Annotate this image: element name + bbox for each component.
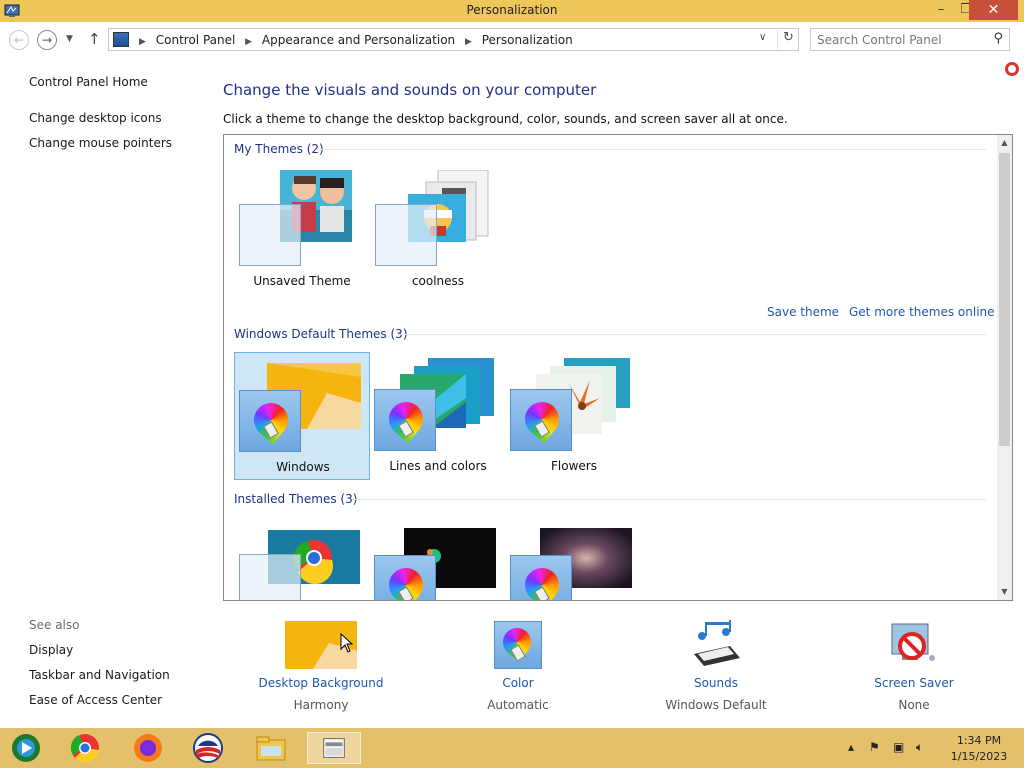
desktop-background-value: Harmony <box>293 698 349 712</box>
control-panel-icon <box>113 32 129 47</box>
volume-icon[interactable]: 🔈︎ <box>916 740 923 755</box>
color-label[interactable]: Color <box>438 676 598 690</box>
refresh-icon[interactable]: ↻ <box>777 30 799 49</box>
theme-installed-nebula[interactable] <box>506 518 642 600</box>
chevron-right-icon[interactable]: ▶ <box>465 37 472 47</box>
recent-locations-chevron-icon[interactable]: ▼ <box>66 34 73 44</box>
network-icon[interactable]: ▣ <box>893 740 904 754</box>
save-theme-link[interactable]: Save theme <box>767 305 839 319</box>
group-divider <box>398 334 986 335</box>
chevron-right-icon: ▶ <box>139 37 146 47</box>
chevron-right-icon[interactable]: ▶ <box>245 37 252 47</box>
theme-coolness[interactable]: coolness <box>370 168 506 296</box>
breadcrumb-personalization[interactable]: Personalization <box>482 33 573 47</box>
control-panel-taskbar-icon[interactable] <box>307 732 361 764</box>
see-also-heading: See also <box>29 618 80 632</box>
get-more-themes-link[interactable]: Get more themes online <box>849 305 995 319</box>
breadcrumb-control-panel[interactable]: Control Panel <box>156 33 236 47</box>
scroll-down-icon[interactable]: ▼ <box>997 584 1012 600</box>
scrollbar-thumb[interactable] <box>999 153 1010 446</box>
forward-button[interactable]: → <box>37 30 57 50</box>
firefox-icon[interactable] <box>130 732 166 764</box>
screen-saver-value: None <box>898 698 930 712</box>
close-button[interactable]: ✕ <box>969 0 1018 20</box>
clock-time: 1:34 PM <box>956 734 1002 747</box>
search-input[interactable]: Search Control Panel ⚲ <box>810 28 1010 51</box>
sounds-icon <box>694 620 740 666</box>
sounds-value: Windows Default <box>665 698 767 712</box>
back-button[interactable]: ← <box>9 30 29 50</box>
display-link[interactable]: Display <box>29 643 73 657</box>
group-header-default-themes: Windows Default Themes (3) <box>234 327 408 341</box>
action-center-flag-icon[interactable]: ⚑ <box>869 740 880 754</box>
chrome-icon[interactable] <box>67 732 103 764</box>
theme-label: coolness <box>411 274 465 288</box>
clock-date: 1/15/2023 <box>950 750 1008 763</box>
help-icon[interactable] <box>1005 62 1019 76</box>
theme-color-preview <box>375 204 437 266</box>
theme-label: Lines and colors <box>389 459 487 473</box>
taskbar-clock[interactable]: 1:34 PM 1/15/2023 <box>944 733 1014 765</box>
theme-installed-dark[interactable] <box>370 518 506 600</box>
color-value: Automatic <box>487 698 549 712</box>
color-palette-icon <box>374 389 436 451</box>
mouse-cursor-icon <box>340 633 354 653</box>
theme-color-preview <box>239 204 301 266</box>
address-dropdown-icon[interactable]: ∨ <box>759 32 766 43</box>
taskbar-navigation-link[interactable]: Taskbar and Navigation <box>29 668 170 682</box>
group-header-installed-themes: Installed Themes (3) <box>234 492 358 506</box>
change-desktop-icons-link[interactable]: Change desktop icons <box>29 111 162 125</box>
search-placeholder: Search Control Panel <box>817 33 942 47</box>
change-mouse-pointers-link[interactable]: Change mouse pointers <box>29 136 172 150</box>
page-title: Change the visuals and sounds on your co… <box>223 81 597 99</box>
breadcrumb: ▶ Control Panel ▶ Appearance and Persona… <box>133 33 573 47</box>
taskbar: ▴ ⚑ ▣ 🔈︎ <box>0 728 1024 768</box>
media-player-icon[interactable] <box>8 732 44 764</box>
theme-unsaved[interactable]: Unsaved Theme <box>234 168 370 296</box>
sounds-label[interactable]: Sounds <box>636 676 796 690</box>
ease-of-access-link[interactable]: Ease of Access Center <box>29 693 162 707</box>
address-bar[interactable]: ▶ Control Panel ▶ Appearance and Persona… <box>108 28 799 51</box>
group-divider <box>320 149 986 150</box>
theme-lines-and-colors[interactable]: Lines and colors <box>370 352 506 480</box>
theme-label: Windows <box>276 460 330 474</box>
theme-label: Unsaved Theme <box>253 274 351 288</box>
control-panel-home-link[interactable]: Control Panel Home <box>29 75 148 89</box>
up-button[interactable]: ↑ <box>88 30 101 48</box>
web-logo-icon[interactable] <box>190 732 226 764</box>
theme-color-preview <box>239 554 301 600</box>
theme-flowers[interactable]: Flowers <box>506 352 642 480</box>
theme-list-scrollbar[interactable]: ▲ ▼ <box>997 135 1012 600</box>
scroll-up-icon[interactable]: ▲ <box>997 135 1012 151</box>
screen-saver-icon <box>891 623 935 661</box>
group-header-my-themes: My Themes (2) <box>234 142 324 156</box>
color-palette-icon <box>494 621 542 669</box>
color-palette-icon <box>510 555 572 600</box>
group-divider <box>352 499 986 500</box>
minimize-button[interactable]: – <box>928 0 954 20</box>
theme-label: Flowers <box>551 459 597 473</box>
desktop-background-label[interactable]: Desktop Background <box>241 676 401 690</box>
theme-windows[interactable]: Windows <box>234 352 370 480</box>
file-explorer-icon[interactable] <box>253 732 289 764</box>
theme-installed-chrome[interactable] <box>234 518 370 600</box>
color-palette-icon <box>239 390 301 452</box>
window-title: Personalization <box>466 3 558 17</box>
breadcrumb-appearance[interactable]: Appearance and Personalization <box>262 33 455 47</box>
screen-saver-label[interactable]: Screen Saver <box>834 676 994 690</box>
page-description: Click a theme to change the desktop back… <box>223 112 788 126</box>
color-palette-icon <box>374 555 436 600</box>
show-hidden-icons-icon[interactable]: ▴ <box>848 740 854 754</box>
title-bar: Personalization – ❐ ✕ <box>0 0 1024 22</box>
color-palette-icon <box>510 389 572 451</box>
navigation-bar: ← → ▼ ↑ ▶ Control Panel ▶ Appearance and… <box>0 22 1024 58</box>
search-icon[interactable]: ⚲ <box>993 31 1003 46</box>
